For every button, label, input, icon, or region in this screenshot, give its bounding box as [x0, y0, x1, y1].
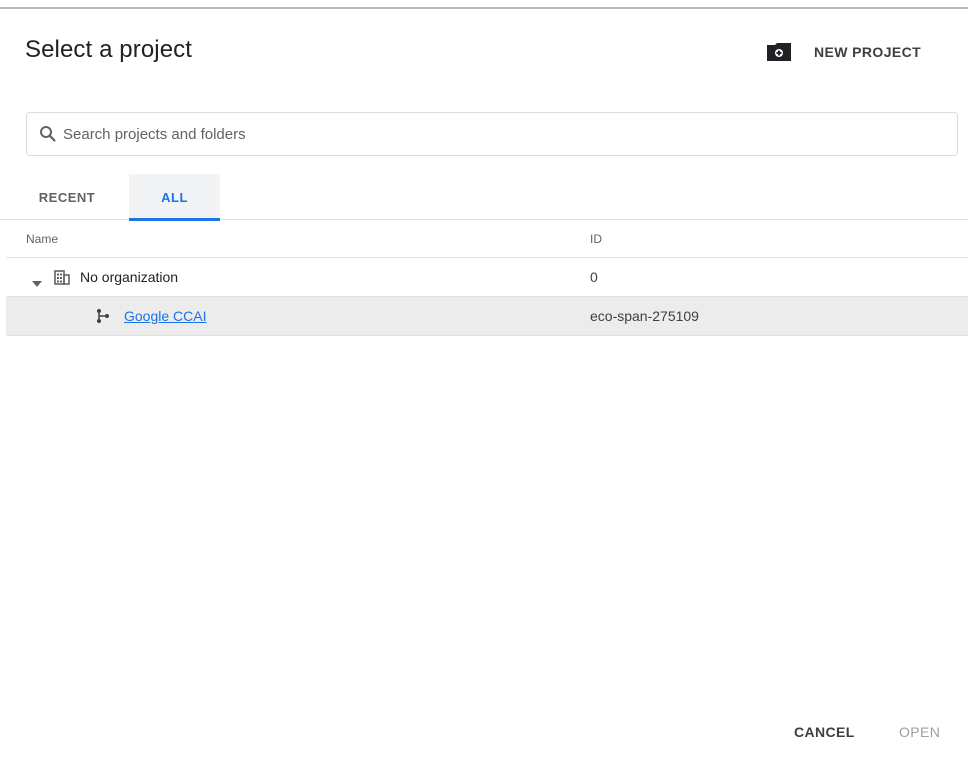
organization-icon	[54, 269, 70, 285]
table-row[interactable]: Google CCAI eco-span-275109	[6, 297, 968, 336]
cancel-button[interactable]: CANCEL	[794, 720, 855, 744]
column-header-id: ID	[590, 232, 602, 246]
column-header-name: Name	[26, 232, 59, 246]
search-input[interactable]	[63, 125, 943, 143]
new-folder-icon	[766, 42, 792, 62]
open-button[interactable]: OPEN	[899, 720, 940, 744]
new-project-label: NEW PROJECT	[814, 44, 922, 60]
search-icon	[39, 125, 57, 143]
project-table: Name ID No organization 0 Google CCAI ec…	[6, 221, 968, 336]
caret-down-icon[interactable]	[32, 274, 42, 287]
org-name-cell: No organization	[26, 258, 178, 296]
org-name: No organization	[80, 269, 179, 285]
org-id: 0	[590, 269, 598, 285]
project-id: eco-span-275109	[590, 308, 699, 324]
table-row[interactable]: No organization 0	[6, 258, 968, 297]
search-field[interactable]	[26, 112, 958, 156]
tab-bar: RECENT ALL	[0, 174, 968, 221]
new-project-button[interactable]: NEW PROJECT	[766, 40, 921, 64]
top-divider	[0, 7, 968, 9]
project-name-cell: Google CCAI	[26, 297, 206, 335]
table-header-row: Name ID	[6, 221, 968, 258]
tab-recent[interactable]: RECENT	[6, 174, 128, 220]
dialog-title: Select a project	[25, 36, 193, 63]
project-icon	[96, 308, 110, 324]
project-link[interactable]: Google CCAI	[124, 308, 206, 324]
tab-all[interactable]: ALL	[129, 174, 220, 221]
